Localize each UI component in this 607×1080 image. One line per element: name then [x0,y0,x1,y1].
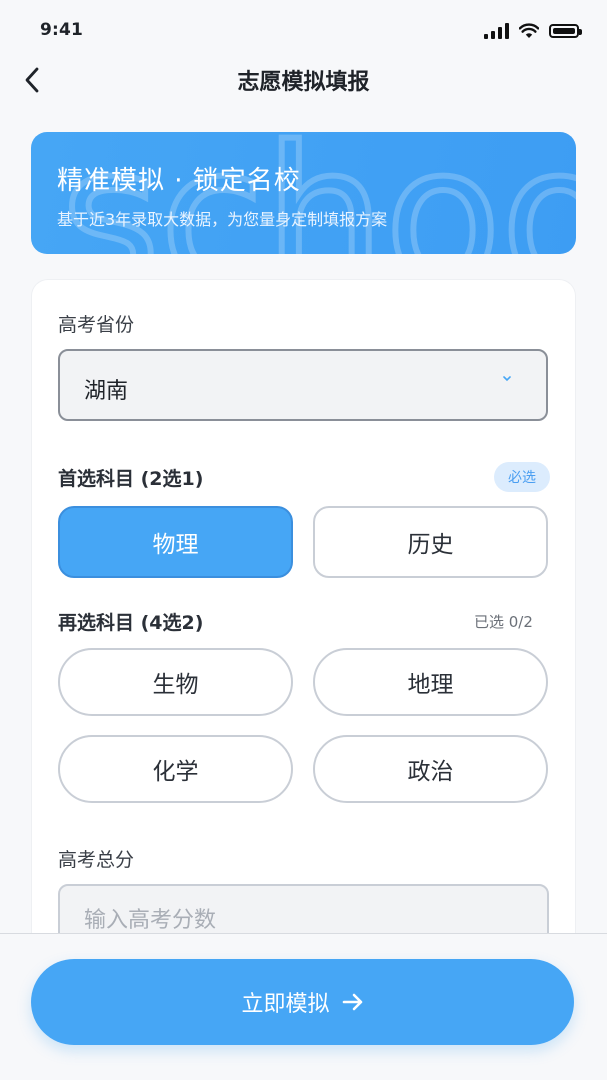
wifi-icon [519,23,539,38]
form-card: 高考省份 湖南 首选科目 (2选1) 必选 物理 历史 再选科目 (4选2) 已… [32,280,575,1040]
bottom-action-bar: 立即模拟 [0,933,607,1080]
secondary-option-biology[interactable]: 生物 [58,648,293,716]
simulate-button[interactable]: 立即模拟 [31,959,574,1045]
banner-subtitle: 基于近3年录取大数据，为您量身定制填报方案 [57,210,388,229]
selection-counter: 已选 0/2 [474,613,533,631]
required-badge: 必选 [494,462,550,492]
score-label: 高考总分 [58,849,135,871]
battery-icon [549,24,582,38]
promo-banner: school 精准模拟 · 锁定名校 基于近3年录取大数据，为您量身定制填报方案 [31,132,576,254]
province-label: 高考省份 [58,314,135,336]
primary-option-physics[interactable]: 物理 [58,506,293,578]
nav-bar: 志愿模拟填报 [0,54,607,104]
page-title: 志愿模拟填报 [237,70,370,95]
secondary-subject-label: 再选科目 (4选2) [58,612,204,634]
page: 9:41 志愿模拟填报 school 精准模拟 · 锁定名校 基于近3年录取 [0,0,607,1080]
status-icons [484,20,582,42]
secondary-option-chemistry[interactable]: 化学 [58,735,293,803]
province-select[interactable]: 湖南 [58,349,548,421]
province-value: 湖南 [84,379,129,404]
chevron-down-icon [503,376,511,382]
status-bar: 9:41 [0,0,607,60]
status-time: 9:41 [40,20,84,40]
primary-option-history[interactable]: 历史 [313,506,548,578]
arrow-right-icon [342,993,362,1011]
secondary-option-geography[interactable]: 地理 [313,648,548,716]
banner-title: 精准模拟 · 锁定名校 [57,166,301,196]
primary-subject-label: 首选科目 (2选1) [58,468,204,490]
simulate-button-label: 立即模拟 [241,992,330,1017]
cellular-signal-icon [484,23,509,39]
secondary-option-politics[interactable]: 政治 [313,735,548,803]
